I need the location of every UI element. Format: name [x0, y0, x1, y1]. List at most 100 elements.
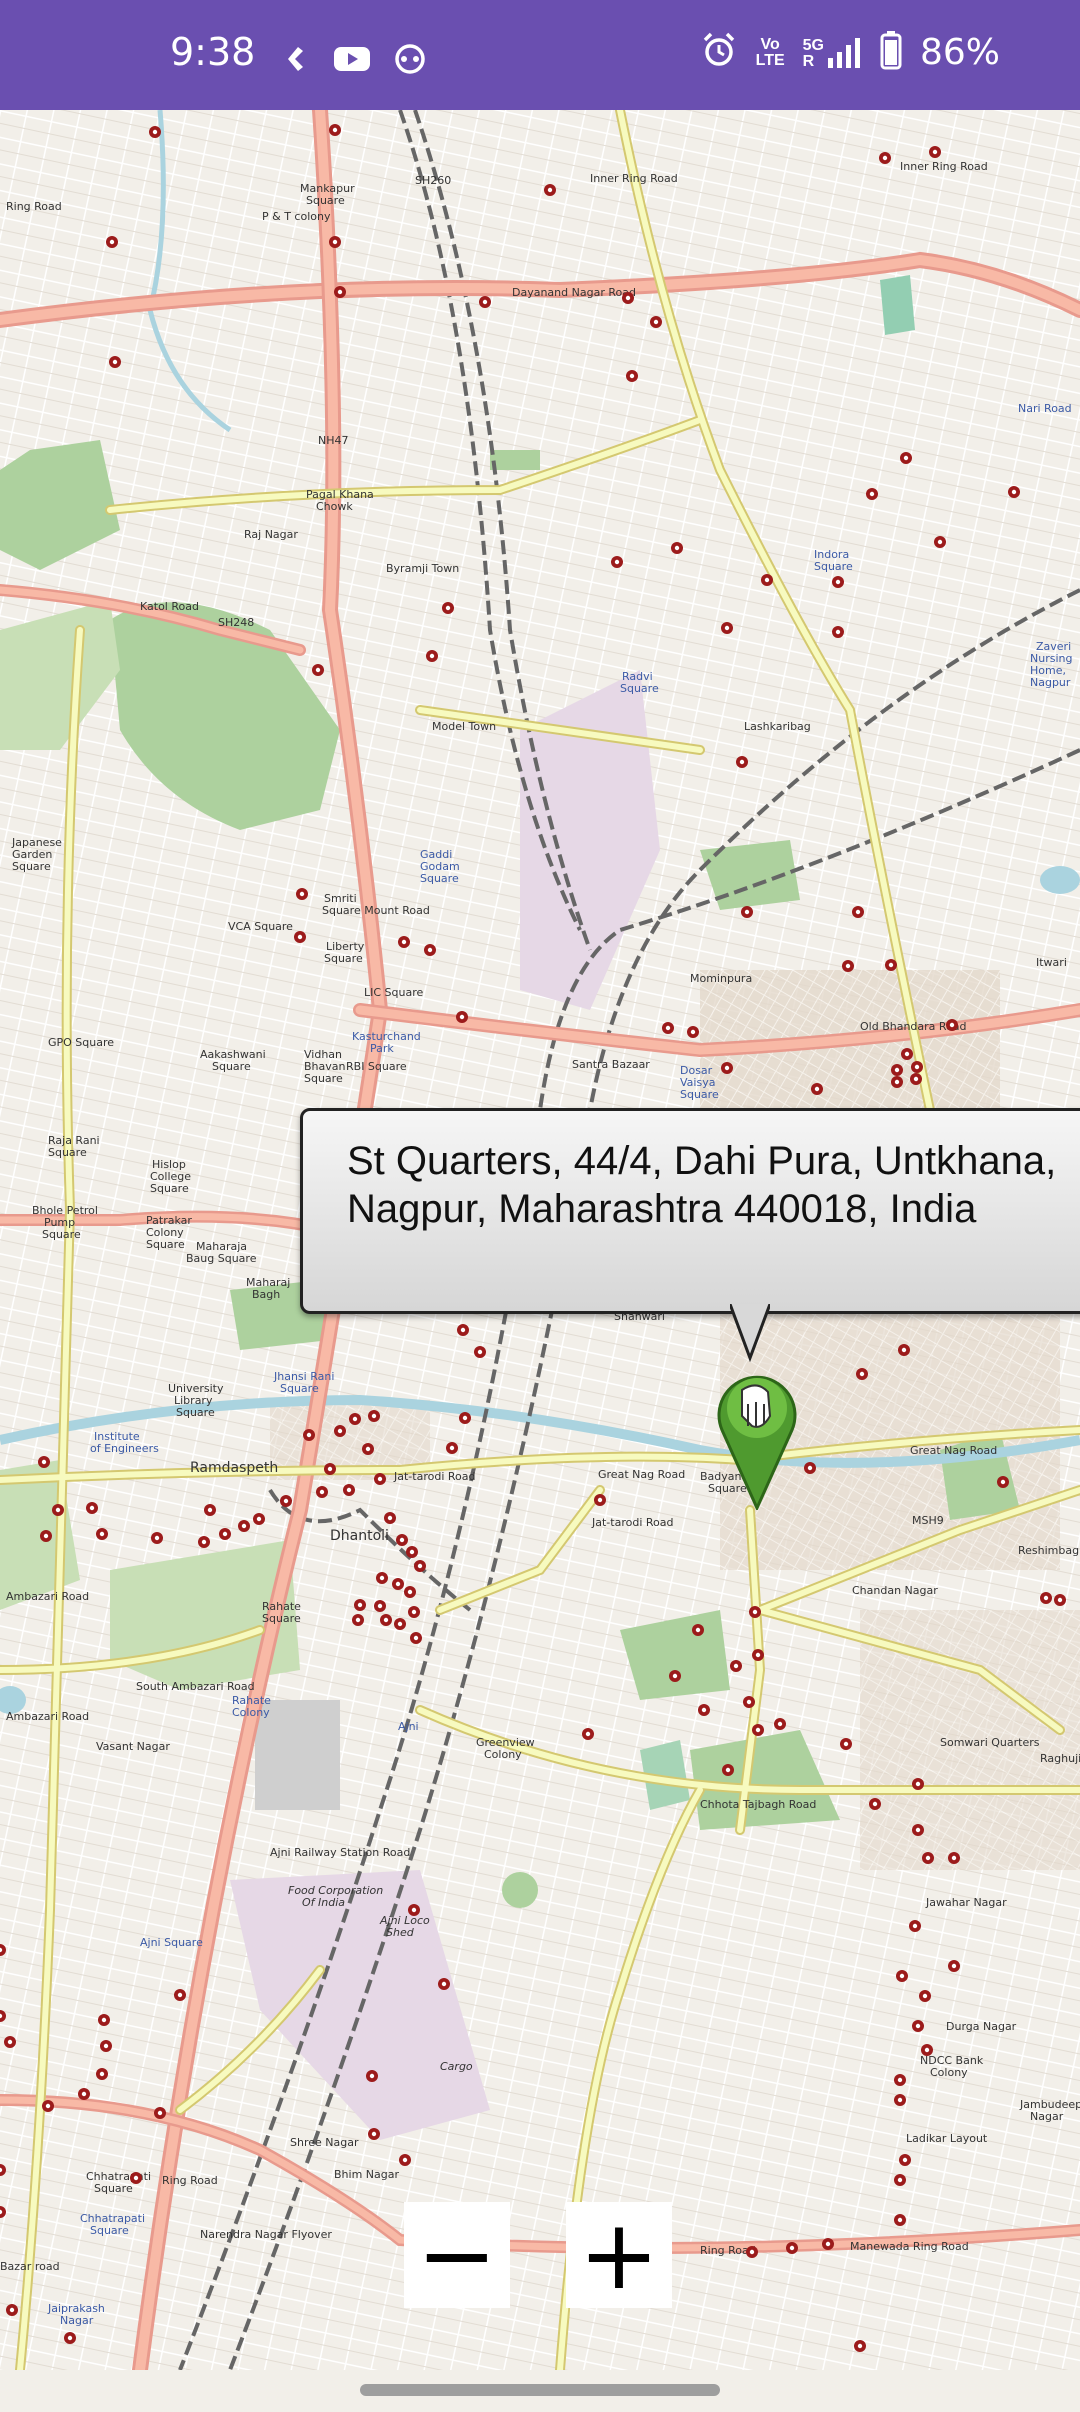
label-santra: Santra Bazaar [572, 1058, 650, 1071]
label-inner-ring-road-2: Inner Ring Road [900, 160, 988, 173]
label-ring-road-nw: Ring Road [6, 200, 62, 213]
label-greenview-colony: Colony [484, 1748, 522, 1761]
label-raja-rani-square: Square [48, 1146, 87, 1159]
label-aakashwani-square: Square [212, 1060, 251, 1073]
label-chhota: Chhota Tajbagh Road [700, 1798, 816, 1811]
label-narendra: Narendra Nagar Flyover [200, 2228, 332, 2241]
poi-marker [894, 2094, 906, 2106]
label-vidhan-square: Square [304, 1072, 343, 1085]
label-nari-road: Nari Road [1018, 402, 1072, 415]
poi-marker [1040, 1592, 1052, 1604]
address-popup[interactable]: St Quarters, 44/4, Dahi Pura, Untkhana, … [300, 1108, 1080, 1314]
poi-marker [376, 1572, 388, 1584]
label-ladikar: Ladikar Layout [906, 2132, 988, 2145]
poi-marker [544, 184, 556, 196]
poi-marker [392, 1578, 404, 1590]
label-manewada: Manewada Ring Road [850, 2240, 969, 2253]
label-gpo: GPO Square [48, 1036, 114, 1049]
poi-marker [786, 2242, 798, 2254]
poi-marker [856, 1368, 868, 1380]
youtube-icon [332, 44, 372, 79]
poi-marker [414, 1560, 426, 1572]
poi-marker [854, 2340, 866, 2352]
poi-marker [98, 2014, 110, 2026]
label-sh248: SH248 [218, 616, 254, 629]
poi-marker [626, 370, 638, 382]
poi-marker [329, 124, 341, 136]
poi-marker [198, 1536, 210, 1548]
label-cargo: Cargo [440, 2060, 473, 2073]
kite-icon [282, 44, 312, 79]
poi-marker [909, 1920, 921, 1932]
poi-marker [894, 2074, 906, 2086]
poi-marker [811, 1083, 823, 1095]
label-chhatrapati-sq: Square [94, 2182, 133, 2195]
poi-marker [352, 1614, 364, 1626]
poi-marker [832, 626, 844, 638]
poi-marker [238, 1520, 250, 1532]
poi-marker [721, 622, 733, 634]
poi-marker [294, 931, 306, 943]
label-katol-road: Katol Road [140, 600, 199, 613]
label-ajni-railway: Ajni Railway Station Road [270, 1846, 410, 1859]
poi-marker [399, 2154, 411, 2166]
zoom-out-button[interactable]: − [404, 2199, 510, 2311]
poi-marker [408, 1606, 420, 1618]
label-reshimbag: Reshimbag [1018, 1544, 1079, 1557]
label-patrakar-square: Square [146, 1238, 185, 1251]
label-rahate-colony-2: Colony [232, 1706, 270, 1719]
poi-marker [840, 1738, 852, 1750]
label-jhansi-square: Square [280, 1382, 319, 1395]
poi-marker [866, 488, 878, 500]
label-lic: LIC Square [364, 986, 424, 999]
poi-marker [997, 1476, 1009, 1488]
poi-marker [42, 2100, 54, 2112]
poi-marker [219, 1528, 231, 1540]
poi-marker [78, 2088, 90, 2100]
label-byramji: Byramji Town [386, 562, 459, 575]
poi-marker [106, 236, 118, 248]
poi-marker [438, 1978, 450, 1990]
poi-marker [479, 296, 491, 308]
battery-icon [880, 30, 902, 75]
poi-marker [919, 1990, 931, 2002]
poi-marker [410, 1632, 422, 1644]
label-jat-tarodi-2: Jat-tarodi Road [393, 1470, 475, 1483]
label-bagh: Bagh [252, 1288, 280, 1301]
poi-marker [934, 536, 946, 548]
popup-address-text: St Quarters, 44/4, Dahi Pura, Untkhana, … [347, 1139, 1057, 1231]
location-marker-icon[interactable] [712, 1360, 802, 1515]
label-rbi: RBI Square [346, 1060, 407, 1073]
home-gesture-handle[interactable] [360, 2384, 720, 2396]
label-shree-nagar: Shree Nagar [290, 2136, 359, 2149]
label-chowk: Chowk [316, 500, 353, 513]
poi-marker [398, 936, 410, 948]
label-somwari: Somwari Quarters [940, 1736, 1040, 1749]
poi-marker [442, 602, 454, 614]
poi-marker [898, 1344, 910, 1356]
poi-marker [869, 1798, 881, 1810]
poi-marker [253, 1513, 265, 1525]
label-mankapur-square: Square [306, 194, 345, 207]
poi-marker [457, 1324, 469, 1336]
poi-marker [303, 1429, 315, 1441]
poi-marker [894, 2174, 906, 2186]
zoom-in-button[interactable]: + [566, 2199, 672, 2311]
poi-marker [912, 1778, 924, 1790]
poi-marker [334, 1425, 346, 1437]
poi-marker [204, 1504, 216, 1516]
label-jawahar: Jawahar Nagar [925, 1896, 1007, 1909]
label-sh260: SH260 [415, 174, 451, 187]
label-ndcc-colony: Colony [930, 2066, 968, 2079]
label-nh47: NH47 [318, 434, 349, 447]
poi-marker [921, 2044, 933, 2056]
poi-marker [384, 1512, 396, 1524]
poi-marker [946, 1019, 958, 1031]
label-bazar-road: Bazar road [0, 2260, 60, 2273]
poi-marker [594, 1494, 606, 1506]
label-mominpura: Mominpura [690, 972, 752, 985]
poi-marker [910, 1073, 922, 1085]
label-chandan: Chandan Nagar [852, 1584, 938, 1597]
poi-marker [900, 452, 912, 464]
poi-marker [1054, 1594, 1066, 1606]
